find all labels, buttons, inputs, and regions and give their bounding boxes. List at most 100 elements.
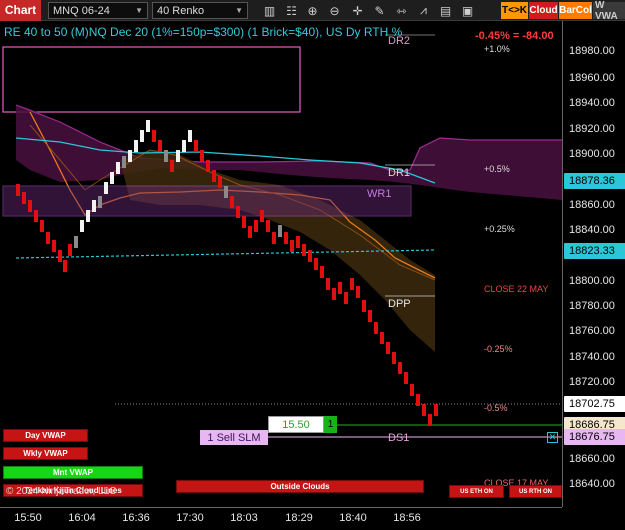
renko-brick [344, 292, 348, 304]
renko-brick [16, 184, 20, 196]
price-tick: 18740.00 [569, 351, 615, 363]
vwap-button[interactable]: W VWA [593, 0, 625, 22]
strategy-icon[interactable]: ▤ [438, 3, 453, 18]
renko-brick [46, 232, 50, 244]
crosshair-icon[interactable]: ✛ [350, 3, 365, 18]
renko-brick [146, 120, 150, 132]
renko-brick [350, 278, 354, 290]
time-tick: 18:56 [393, 512, 421, 524]
properties-icon[interactable]: ☷ [284, 3, 299, 18]
renko-brick [356, 286, 360, 298]
renko-brick [434, 404, 438, 416]
renko-brick [34, 210, 38, 222]
renko-brick [326, 278, 330, 290]
pct-label-05: +0.5% [484, 164, 510, 174]
time-tick: 16:36 [122, 512, 150, 524]
wr1-label: WR1 [367, 188, 391, 200]
outside-clouds-button[interactable]: Outside Clouds [176, 480, 424, 493]
renko-brick [200, 150, 204, 162]
bar-type-icon[interactable]: ▥ [262, 3, 277, 18]
price-tick: 18640.00 [569, 478, 615, 490]
pct-label-m025: -0.25% [484, 344, 513, 354]
indicators-icon[interactable]: ⩘ [416, 3, 431, 18]
renko-brick [254, 220, 258, 232]
renko-brick [266, 220, 270, 232]
renko-brick [80, 220, 84, 232]
dr1-label: DR1 [388, 167, 410, 179]
renko-brick [380, 332, 384, 344]
copyright-text: © 2024 NinjaTrader, LLC [6, 486, 117, 497]
chevron-down-icon: ▼ [135, 6, 143, 15]
price-tick: 18900.00 [569, 148, 615, 160]
renko-brick [296, 236, 300, 248]
stop-order-label[interactable]: 1 Sell SLM [200, 430, 268, 445]
dr2-zone [2, 46, 301, 113]
instrument-label: MNQ 06-24 [53, 4, 110, 17]
renko-brick [28, 200, 32, 212]
price-tick: 18760.00 [569, 325, 615, 337]
order-quantity-tag[interactable]: 1 [324, 416, 337, 433]
renko-brick [52, 240, 56, 252]
price-tick: 18720.00 [569, 376, 615, 388]
renko-brick [410, 384, 414, 396]
renko-brick [320, 266, 324, 278]
renko-brick [92, 200, 96, 212]
ema-price-badge: 18878.36 [564, 173, 625, 189]
renko-brick [338, 282, 342, 294]
cloud-button[interactable]: Cloud [529, 2, 558, 19]
renko-brick [224, 186, 228, 198]
renko-brick [158, 140, 162, 152]
renko-brick [302, 244, 306, 256]
data-box-icon[interactable]: ▣ [460, 3, 475, 18]
renko-brick [386, 342, 390, 354]
zoom-out-icon[interactable]: ⊖ [327, 3, 342, 18]
measure-icon[interactable]: ⇿ [394, 3, 409, 18]
close-prev-label: CLOSE 22 MAY [484, 284, 548, 294]
vwap-price-badge: 18823.33 [564, 243, 625, 259]
time-axis[interactable]: 15:50 16:04 16:36 17:30 18:03 18:29 18:4… [0, 507, 562, 530]
order-price-box[interactable]: 15.50 [268, 416, 324, 433]
renko-brick [332, 288, 336, 300]
instrument-selector[interactable]: MNQ 06-24 ▼ [48, 2, 148, 19]
tk-button[interactable]: T<>K [501, 2, 528, 19]
bar-type-label: 40 Renko [157, 4, 205, 17]
renko-brick [40, 220, 44, 232]
us-eth-button[interactable]: US ETH ON [449, 485, 504, 498]
cancel-order-icon[interactable]: ✕ [547, 432, 558, 443]
renko-brick [63, 260, 67, 272]
renko-brick [416, 394, 420, 406]
renko-brick [134, 140, 138, 152]
us-rth-button[interactable]: US RTH ON [509, 485, 562, 498]
bar-type-selector[interactable]: 40 Renko ▼ [152, 2, 248, 19]
renko-brick [374, 322, 378, 334]
renko-brick [398, 362, 402, 374]
mnt-vwap-button[interactable]: Mnt VWAP [3, 466, 143, 479]
barcol-button[interactable]: BarCol [559, 2, 592, 19]
price-tick: 18860.00 [569, 199, 615, 211]
renko-brick [362, 300, 366, 312]
renko-brick [260, 210, 264, 222]
day-vwap-button[interactable]: Day VWAP [3, 429, 88, 442]
pencil-icon[interactable]: ✎ [372, 3, 387, 18]
price-tick: 18780.00 [569, 300, 615, 312]
renko-brick [242, 216, 246, 228]
price-tick: 18940.00 [569, 97, 615, 109]
pct-label-m05: -0.5% [484, 403, 508, 413]
chart-tab[interactable]: Chart [0, 0, 41, 21]
stop-price-badge: 18676.75 [564, 429, 625, 445]
renko-brick [230, 196, 234, 208]
pct-label-1: +1.0% [484, 44, 510, 54]
price-tick: 18800.00 [569, 275, 615, 287]
renko-brick [68, 244, 72, 256]
renko-brick [58, 250, 62, 262]
time-tick: 18:40 [339, 512, 367, 524]
zoom-in-icon[interactable]: ⊕ [305, 3, 320, 18]
renko-brick [308, 250, 312, 262]
wkly-vwap-button[interactable]: Wkly VWAP [3, 447, 88, 460]
pct-label-025: +0.25% [484, 224, 515, 234]
price-axis[interactable]: 18980.00 18960.00 18940.00 18920.00 1890… [562, 21, 625, 507]
renko-brick [272, 232, 276, 244]
pnl-readout: -0.45% = -84.00 [475, 30, 554, 42]
time-tick: 17:30 [176, 512, 204, 524]
renko-brick [164, 150, 168, 162]
